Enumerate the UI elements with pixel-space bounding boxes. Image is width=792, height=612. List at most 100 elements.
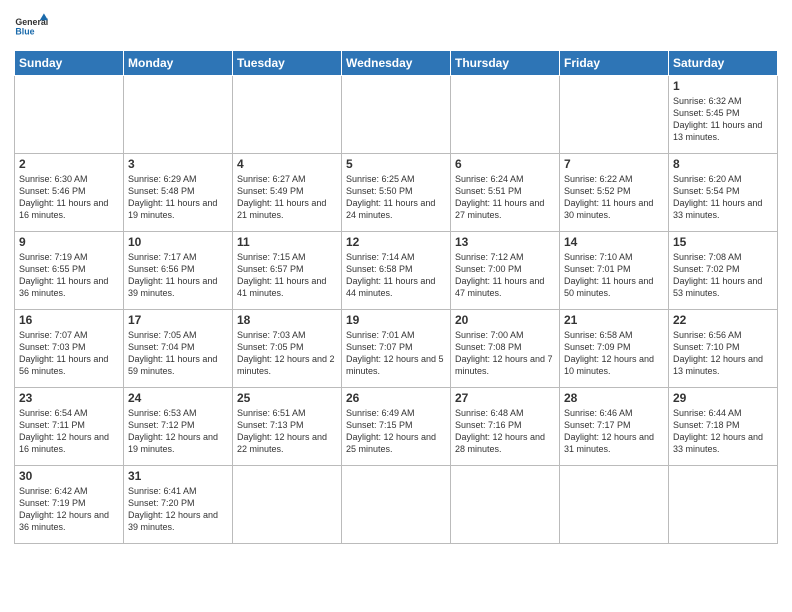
calendar-table: SundayMondayTuesdayWednesdayThursdayFrid… — [14, 50, 778, 544]
calendar-cell: 31Sunrise: 6:41 AM Sunset: 7:20 PM Dayli… — [124, 466, 233, 544]
day-number: 12 — [346, 235, 446, 249]
calendar-cell — [342, 466, 451, 544]
day-number: 29 — [673, 391, 773, 405]
day-info: Sunrise: 6:56 AM Sunset: 7:10 PM Dayligh… — [673, 329, 773, 378]
calendar-cell — [342, 76, 451, 154]
day-info: Sunrise: 6:53 AM Sunset: 7:12 PM Dayligh… — [128, 407, 228, 456]
day-number: 8 — [673, 157, 773, 171]
day-number: 7 — [564, 157, 664, 171]
weekday-header-sunday: Sunday — [15, 51, 124, 76]
calendar-cell — [451, 466, 560, 544]
calendar-week-4: 16Sunrise: 7:07 AM Sunset: 7:03 PM Dayli… — [15, 310, 778, 388]
day-info: Sunrise: 7:17 AM Sunset: 6:56 PM Dayligh… — [128, 251, 228, 300]
day-number: 10 — [128, 235, 228, 249]
calendar-cell: 30 Sunrise: 6:42 AM Sunset: 7:19 PM Dayli… — [15, 466, 124, 544]
day-number: 13 — [455, 235, 555, 249]
weekday-header-tuesday: Tuesday — [233, 51, 342, 76]
day-number: 24 — [128, 391, 228, 405]
calendar-cell: 16Sunrise: 7:07 AM Sunset: 7:03 PM Dayli… — [15, 310, 124, 388]
calendar-cell: 21 Sunrise: 6:58 AM Sunset: 7:09 PM Dayli… — [560, 310, 669, 388]
day-info: Sunrise: 6:48 AM Sunset: 7:16 PM Dayligh… — [455, 407, 555, 456]
calendar-cell: 28Sunrise: 6:46 AM Sunset: 7:17 PM Dayli… — [560, 388, 669, 466]
day-number: 23 — [19, 391, 119, 405]
day-info: Sunrise: 6:27 AM Sunset: 5:49 PM Dayligh… — [237, 173, 337, 222]
day-number: 11 — [237, 235, 337, 249]
calendar-week-5: 23 Sunrise: 6:54 AM Sunset: 7:11 PM Dayli… — [15, 388, 778, 466]
day-info: Sunrise: 6:22 AM Sunset: 5:52 PM Dayligh… — [564, 173, 664, 222]
calendar-cell: 8Sunrise: 6:20 AM Sunset: 5:54 PM Daylig… — [669, 154, 778, 232]
calendar-cell: 4 Sunrise: 6:27 AM Sunset: 5:49 PM Daylig… — [233, 154, 342, 232]
calendar-cell: 6 Sunrise: 6:24 AM Sunset: 5:51 PM Daylig… — [451, 154, 560, 232]
day-info: Sunrise: 7:00 AM Sunset: 7:08 PM Dayligh… — [455, 329, 555, 378]
calendar-cell: 15 Sunrise: 7:08 AM Sunset: 7:02 PM Dayli… — [669, 232, 778, 310]
calendar-cell: 25Sunrise: 6:51 AM Sunset: 7:13 PM Dayli… — [233, 388, 342, 466]
day-number: 9 — [19, 235, 119, 249]
calendar-cell: 22 Sunrise: 6:56 AM Sunset: 7:10 PM Dayli… — [669, 310, 778, 388]
header: General Blue — [14, 10, 778, 44]
day-number: 28 — [564, 391, 664, 405]
day-number: 19 — [346, 313, 446, 327]
calendar-cell — [124, 76, 233, 154]
day-number: 17 — [128, 313, 228, 327]
day-number: 5 — [346, 157, 446, 171]
day-info: Sunrise: 6:42 AM Sunset: 7:19 PM Dayligh… — [19, 485, 119, 534]
day-number: 21 — [564, 313, 664, 327]
calendar-cell: 29 Sunrise: 6:44 AM Sunset: 7:18 PM Dayli… — [669, 388, 778, 466]
calendar-cell: 1Sunrise: 6:32 AM Sunset: 5:45 PM Daylig… — [669, 76, 778, 154]
day-number: 1 — [673, 79, 773, 93]
logo-area: General Blue — [14, 10, 48, 44]
calendar-cell: 12 Sunrise: 7:14 AM Sunset: 6:58 PM Dayli… — [342, 232, 451, 310]
calendar-cell: 26Sunrise: 6:49 AM Sunset: 7:15 PM Dayli… — [342, 388, 451, 466]
calendar-cell — [669, 466, 778, 544]
page: General Blue SundayMondayTuesdayWednesda… — [0, 0, 792, 552]
day-info: Sunrise: 6:25 AM Sunset: 5:50 PM Dayligh… — [346, 173, 446, 222]
weekday-header-saturday: Saturday — [669, 51, 778, 76]
day-info: Sunrise: 7:07 AM Sunset: 7:03 PM Dayligh… — [19, 329, 119, 378]
day-number: 3 — [128, 157, 228, 171]
calendar-cell: 18 Sunrise: 7:03 AM Sunset: 7:05 PM Dayli… — [233, 310, 342, 388]
day-number: 2 — [19, 157, 119, 171]
calendar-cell: 10 Sunrise: 7:17 AM Sunset: 6:56 PM Dayli… — [124, 232, 233, 310]
calendar-cell: 3Sunrise: 6:29 AM Sunset: 5:48 PM Daylig… — [124, 154, 233, 232]
day-number: 30 — [19, 469, 119, 483]
day-number: 15 — [673, 235, 773, 249]
calendar-cell — [451, 76, 560, 154]
calendar-week-2: 2 Sunrise: 6:30 AM Sunset: 5:46 PM Daylig… — [15, 154, 778, 232]
calendar-week-3: 9Sunrise: 7:19 AM Sunset: 6:55 PM Daylig… — [15, 232, 778, 310]
day-info: Sunrise: 6:44 AM Sunset: 7:18 PM Dayligh… — [673, 407, 773, 456]
day-info: Sunrise: 6:41 AM Sunset: 7:20 PM Dayligh… — [128, 485, 228, 534]
day-info: Sunrise: 6:30 AM Sunset: 5:46 PM Dayligh… — [19, 173, 119, 222]
day-number: 6 — [455, 157, 555, 171]
day-info: Sunrise: 7:01 AM Sunset: 7:07 PM Dayligh… — [346, 329, 446, 378]
day-info: Sunrise: 7:03 AM Sunset: 7:05 PM Dayligh… — [237, 329, 337, 378]
weekday-header-wednesday: Wednesday — [342, 51, 451, 76]
day-info: Sunrise: 6:24 AM Sunset: 5:51 PM Dayligh… — [455, 173, 555, 222]
svg-text:Blue: Blue — [15, 26, 34, 36]
day-number: 14 — [564, 235, 664, 249]
calendar-cell: 27Sunrise: 6:48 AM Sunset: 7:16 PM Dayli… — [451, 388, 560, 466]
calendar-cell: 2 Sunrise: 6:30 AM Sunset: 5:46 PM Daylig… — [15, 154, 124, 232]
day-info: Sunrise: 7:08 AM Sunset: 7:02 PM Dayligh… — [673, 251, 773, 300]
calendar-cell — [233, 466, 342, 544]
calendar-cell — [560, 76, 669, 154]
calendar-cell — [233, 76, 342, 154]
day-info: Sunrise: 6:58 AM Sunset: 7:09 PM Dayligh… — [564, 329, 664, 378]
day-info: Sunrise: 7:14 AM Sunset: 6:58 PM Dayligh… — [346, 251, 446, 300]
day-number: 18 — [237, 313, 337, 327]
day-info: Sunrise: 6:54 AM Sunset: 7:11 PM Dayligh… — [19, 407, 119, 456]
calendar-cell: 24 Sunrise: 6:53 AM Sunset: 7:12 PM Dayli… — [124, 388, 233, 466]
logo-icon: General Blue — [14, 10, 48, 44]
day-number: 20 — [455, 313, 555, 327]
weekday-header-row: SundayMondayTuesdayWednesdayThursdayFrid… — [15, 51, 778, 76]
calendar-cell: 7 Sunrise: 6:22 AM Sunset: 5:52 PM Daylig… — [560, 154, 669, 232]
calendar-cell: 23 Sunrise: 6:54 AM Sunset: 7:11 PM Dayli… — [15, 388, 124, 466]
day-info: Sunrise: 7:15 AM Sunset: 6:57 PM Dayligh… — [237, 251, 337, 300]
calendar-cell: 9Sunrise: 7:19 AM Sunset: 6:55 PM Daylig… — [15, 232, 124, 310]
day-info: Sunrise: 7:05 AM Sunset: 7:04 PM Dayligh… — [128, 329, 228, 378]
calendar-cell: 20 Sunrise: 7:00 AM Sunset: 7:08 PM Dayli… — [451, 310, 560, 388]
day-info: Sunrise: 6:49 AM Sunset: 7:15 PM Dayligh… — [346, 407, 446, 456]
day-number: 4 — [237, 157, 337, 171]
calendar-week-1: 1Sunrise: 6:32 AM Sunset: 5:45 PM Daylig… — [15, 76, 778, 154]
day-number: 22 — [673, 313, 773, 327]
calendar-cell — [15, 76, 124, 154]
